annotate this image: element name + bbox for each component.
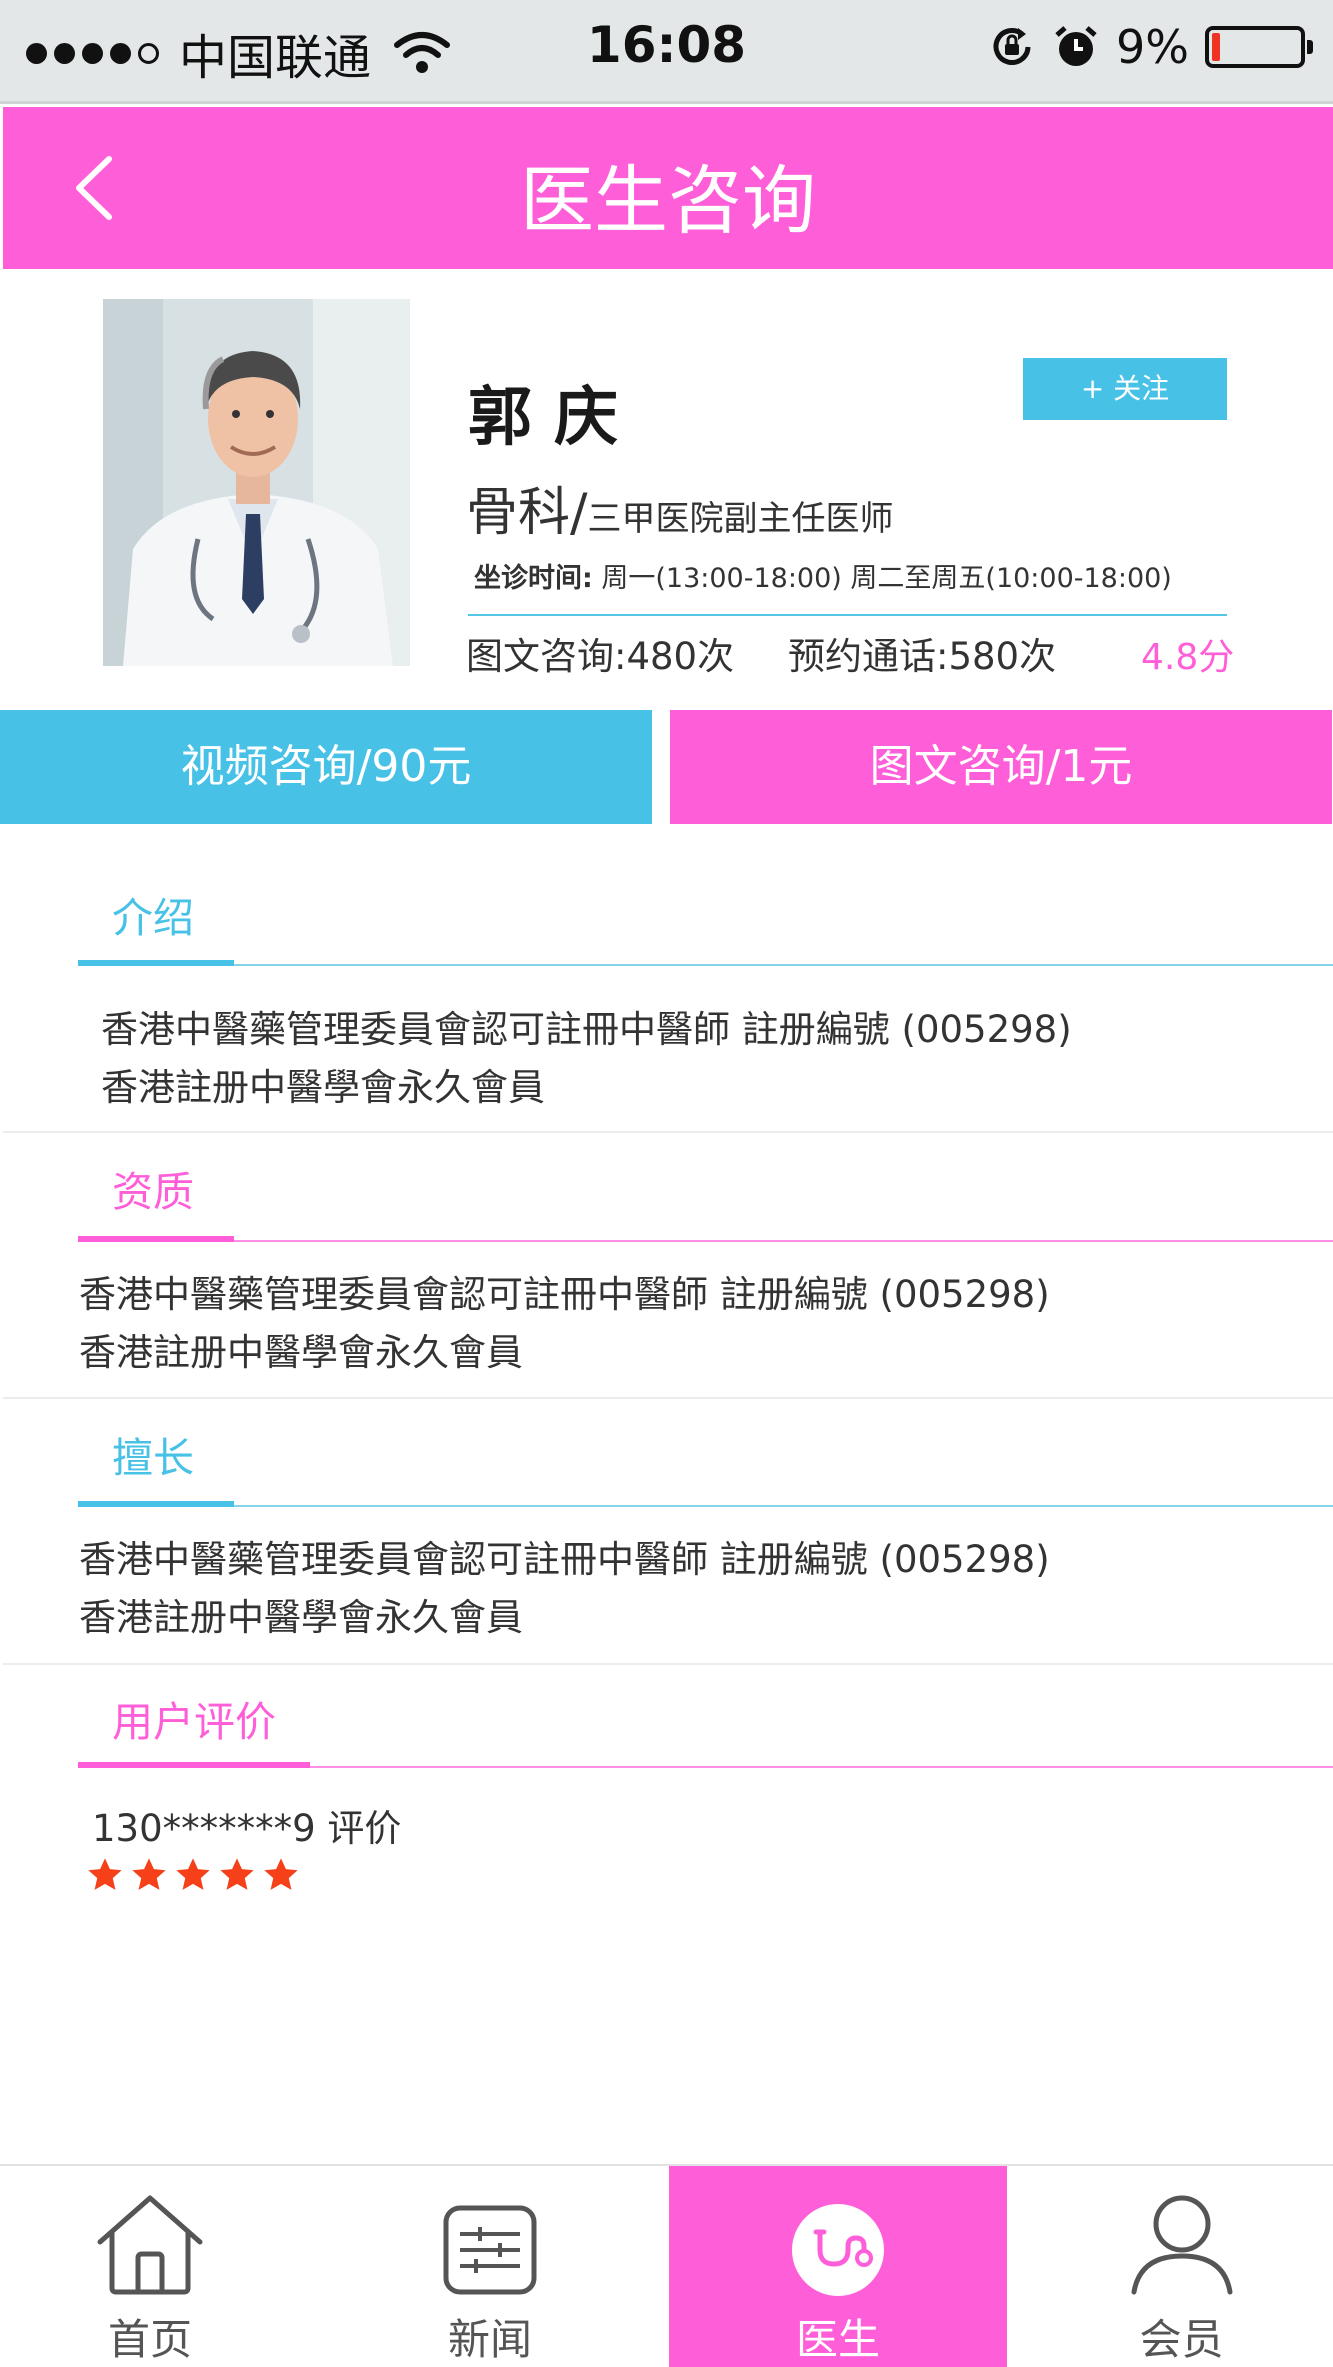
doctor-title: 三甲医院副主任医师: [587, 499, 894, 539]
qualification-rule: [78, 1240, 1333, 1242]
intro-line-2: 香港註册中醫學會永久會員: [101, 1066, 545, 1109]
dept-separator: /: [570, 483, 588, 543]
video-consult-button[interactable]: 视频咨询/90元: [0, 710, 652, 824]
specialty-tab-underline: [78, 1501, 234, 1507]
doctor-dept-line: 骨科/三甲医院副主任医师: [466, 470, 894, 545]
doctor-rating: 4.8分: [1141, 637, 1235, 678]
rotation-lock-icon: [993, 28, 1031, 65]
tab-bar: 首页 新闻 医生 会员: [0, 2164, 1333, 2367]
qualification-tab-underline: [78, 1236, 234, 1242]
tab-label-news: 新闻: [447, 2315, 532, 2364]
hours-label: 坐诊时间:: [474, 563, 593, 594]
tab-doctor[interactable]: 医生: [669, 2166, 1007, 2367]
news-icon: [443, 2205, 537, 2295]
section-divider: [3, 1663, 1333, 1665]
intro-tab-underline: [78, 960, 234, 966]
qualification-line-1: 香港中醫藥管理委員會認可註冊中醫師 註册編號 (005298): [79, 1273, 1050, 1316]
section-title-specialty: 擅长: [112, 1434, 194, 1482]
page-title: 医生咨询: [520, 158, 816, 244]
review-stars: [86, 1856, 300, 1894]
section-title-qualification: 资质: [112, 1168, 194, 1216]
info-divider: [468, 614, 1227, 616]
tab-news[interactable]: 新闻: [330, 2166, 650, 2367]
specialty-rule: [78, 1505, 1333, 1507]
qualification-line-2: 香港註册中醫學會永久會員: [79, 1331, 523, 1374]
tab-member[interactable]: 会员: [1030, 2166, 1333, 2367]
doctor-photo: [103, 299, 410, 666]
intro-text: 香港中醫藥管理委員會認可註冊中醫師 註册編號 (005298) 香港註册中醫學會…: [101, 1001, 1072, 1117]
tab-label-doctor: 医生: [795, 2315, 880, 2364]
status-right: 9%: [988, 20, 1313, 74]
tab-label-member: 会员: [1139, 2315, 1224, 2364]
section-divider: [3, 1397, 1333, 1399]
stethoscope-icon: [792, 2204, 884, 2296]
specialty-line-2: 香港註册中醫學會永久會員: [79, 1596, 523, 1639]
follow-button[interactable]: + 关注: [1023, 358, 1227, 420]
doctor-name: 郭庆: [468, 381, 640, 455]
review-user: 130*******9 评价: [92, 1807, 402, 1850]
consult-hours: 坐诊时间: 周一(13:00-18:00) 周二至周五(10:00-18:00): [474, 556, 1172, 595]
qualification-text: 香港中醫藥管理委員會認可註冊中醫師 註册編號 (005298) 香港註册中醫學會…: [79, 1266, 1050, 1382]
tab-home[interactable]: 首页: [0, 2166, 300, 2367]
text-consult-button[interactable]: 图文咨询/1元: [670, 710, 1332, 824]
text-consult-count: 图文咨询:480次: [466, 635, 735, 678]
doctor-portrait-image: [103, 299, 410, 666]
star-icon: [264, 1858, 298, 1890]
section-title-intro: 介绍: [112, 894, 194, 942]
call-booking-count: 预约通话:580次: [788, 635, 1057, 678]
intro-line-1: 香港中醫藥管理委員會認可註冊中醫師 註册編號 (005298): [101, 1008, 1072, 1051]
reviews-tab-underline: [78, 1762, 310, 1768]
home-icon: [97, 2195, 203, 2295]
battery-icon: [1205, 26, 1313, 68]
star-icon: [88, 1858, 122, 1890]
user-icon: [1131, 2195, 1232, 2295]
section-title-reviews: 用户评价: [112, 1698, 276, 1746]
battery-percent: 9%: [1116, 20, 1189, 74]
status-bar: 中国联通 16:08 9%: [0, 0, 1333, 104]
nav-bar: 医生咨询: [3, 107, 1333, 269]
section-divider: [3, 1131, 1333, 1133]
specialty-line-1: 香港中醫藥管理委員會認可註冊中醫師 註册編號 (005298): [79, 1538, 1050, 1581]
alarm-icon: [1055, 26, 1097, 66]
hours-value: 周一(13:00-18:00) 周二至周五(10:00-18:00): [592, 563, 1172, 594]
tab-label-home: 首页: [107, 2315, 192, 2364]
battery-fill: [1212, 33, 1220, 61]
intro-rule: [78, 964, 1333, 966]
star-icon: [220, 1858, 254, 1890]
star-icon: [132, 1858, 166, 1890]
doctor-department: 骨科: [466, 483, 571, 543]
specialty-text: 香港中醫藥管理委員會認可註冊中醫師 註册編號 (005298) 香港註册中醫學會…: [79, 1531, 1050, 1647]
star-icon: [176, 1858, 210, 1890]
